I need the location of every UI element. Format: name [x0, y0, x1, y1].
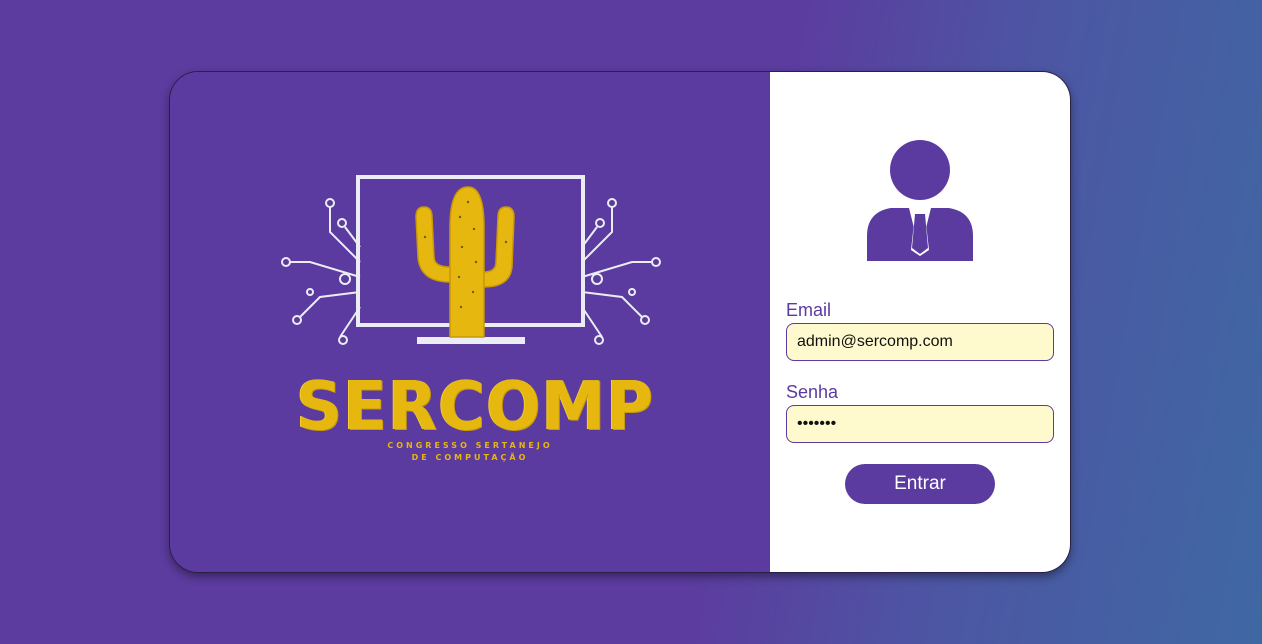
brand-tagline-line1: CONGRESSO SERTANEJO	[387, 441, 553, 450]
monitor-stand	[417, 337, 525, 344]
password-label: Senha	[786, 382, 839, 402]
user-businessman-icon	[867, 140, 973, 261]
login-button[interactable]: Entrar	[845, 464, 995, 504]
email-field[interactable]	[786, 323, 1054, 361]
circuit-left-icon	[281, 198, 361, 345]
login-form-panel: Email Senha Entrar	[770, 72, 1070, 572]
brand-tagline: CONGRESSO SERTANEJO DE COMPUTAÇÃO	[360, 440, 580, 464]
password-field[interactable]	[786, 405, 1054, 443]
circuit-right-icon	[581, 198, 661, 345]
email-label: Email	[786, 300, 832, 320]
brand-panel: SERCOMP CONGRESSO SERTANEJO DE COMPUTAÇÃ…	[170, 72, 770, 572]
brand-wordmark: SERCOMP	[296, 368, 655, 446]
brand-tagline-line2: DE COMPUTAÇÃO	[411, 453, 529, 462]
login-card: SERCOMP CONGRESSO SERTANEJO DE COMPUTAÇÃ…	[170, 72, 1070, 572]
cactus-icon	[415, 186, 515, 338]
